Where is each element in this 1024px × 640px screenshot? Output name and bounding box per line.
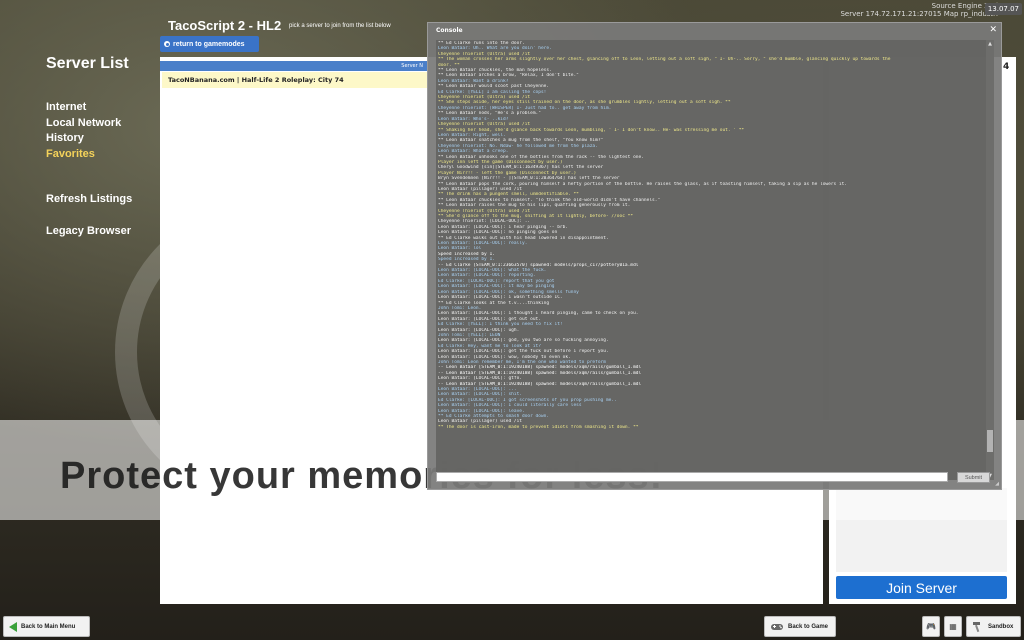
arrow-left-icon [9, 621, 17, 632]
controller-button[interactable]: 🎮 [922, 616, 940, 637]
console-log-line: ** The door is cast-iron, made to preven… [438, 424, 639, 430]
submit-button[interactable]: Submit [957, 472, 990, 483]
back-to-game-button[interactable]: Back to Game [764, 616, 836, 637]
scroll-up-icon[interactable]: ▲ [986, 40, 994, 48]
back-main-label: Back to Main Menu [21, 623, 76, 630]
sidebar-heading: Server List [46, 55, 129, 72]
console-log: ** Ed Clarke runs into the door. Leon Bat… [436, 40, 988, 480]
join-server-button[interactable]: Join Server [836, 576, 1007, 599]
back-to-main-menu-button[interactable]: Back to Main Menu [3, 616, 90, 637]
resize-grip-icon[interactable]: ◢ [995, 481, 999, 487]
refresh-listings-button[interactable]: Refresh Listings [46, 192, 132, 208]
engine-text: Source Engine 24 ( [931, 2, 998, 10]
console-scrollbar[interactable]: ▲ ▼ [986, 40, 994, 480]
console-input[interactable] [436, 472, 948, 482]
sidebar-item-history[interactable]: History [46, 131, 132, 147]
legacy-browser-button[interactable]: Legacy Browser [46, 224, 132, 240]
sandbox-label: Sandbox [988, 623, 1014, 630]
back-game-label: Back to Game [788, 623, 829, 630]
sidebar-menu: Server List Internet Local Network Histo… [46, 55, 132, 239]
console-window: Console ✕ ** Ed Clarke runs into the doo… [427, 22, 1002, 490]
sidebar-item-local-network[interactable]: Local Network [46, 116, 132, 132]
server-name-column-header[interactable]: Server N [160, 61, 427, 71]
controller-icon: 🎮 [926, 622, 936, 631]
page-title: TacoScript 2 - HL2 [168, 18, 282, 33]
sandbox-button[interactable]: Sandbox [966, 616, 1021, 637]
clock: 13.07.07 [984, 3, 1022, 15]
detail-number: 4 [1003, 62, 1010, 72]
console-title: Console [436, 27, 463, 34]
flag-icon: ▦ [949, 622, 957, 631]
radio-icon [164, 41, 170, 47]
sidebar-item-internet[interactable]: Internet [46, 100, 132, 116]
server-info: Source Engine 24 ( Server 174.72.171.21:… [840, 2, 998, 18]
sidebar-item-favorites[interactable]: Favorites [46, 147, 132, 163]
server-row[interactable]: TacoNBanana.com | Half-Life 2 Roleplay: … [162, 72, 427, 88]
hammer-icon [972, 621, 984, 633]
close-icon[interactable]: ✕ [989, 25, 997, 35]
page-subtitle: pick a server to join from the list belo… [289, 23, 391, 29]
server-address-text: Server 174.72.171.21:27015 Map rp_indust… [840, 10, 998, 18]
return-to-gamemodes-button[interactable]: return to gamemodes [160, 36, 259, 52]
language-button[interactable]: ▦ [944, 616, 962, 637]
gamepad-icon [770, 622, 784, 632]
return-label: return to gamemodes [173, 40, 245, 48]
scroll-thumb[interactable] [987, 430, 993, 452]
